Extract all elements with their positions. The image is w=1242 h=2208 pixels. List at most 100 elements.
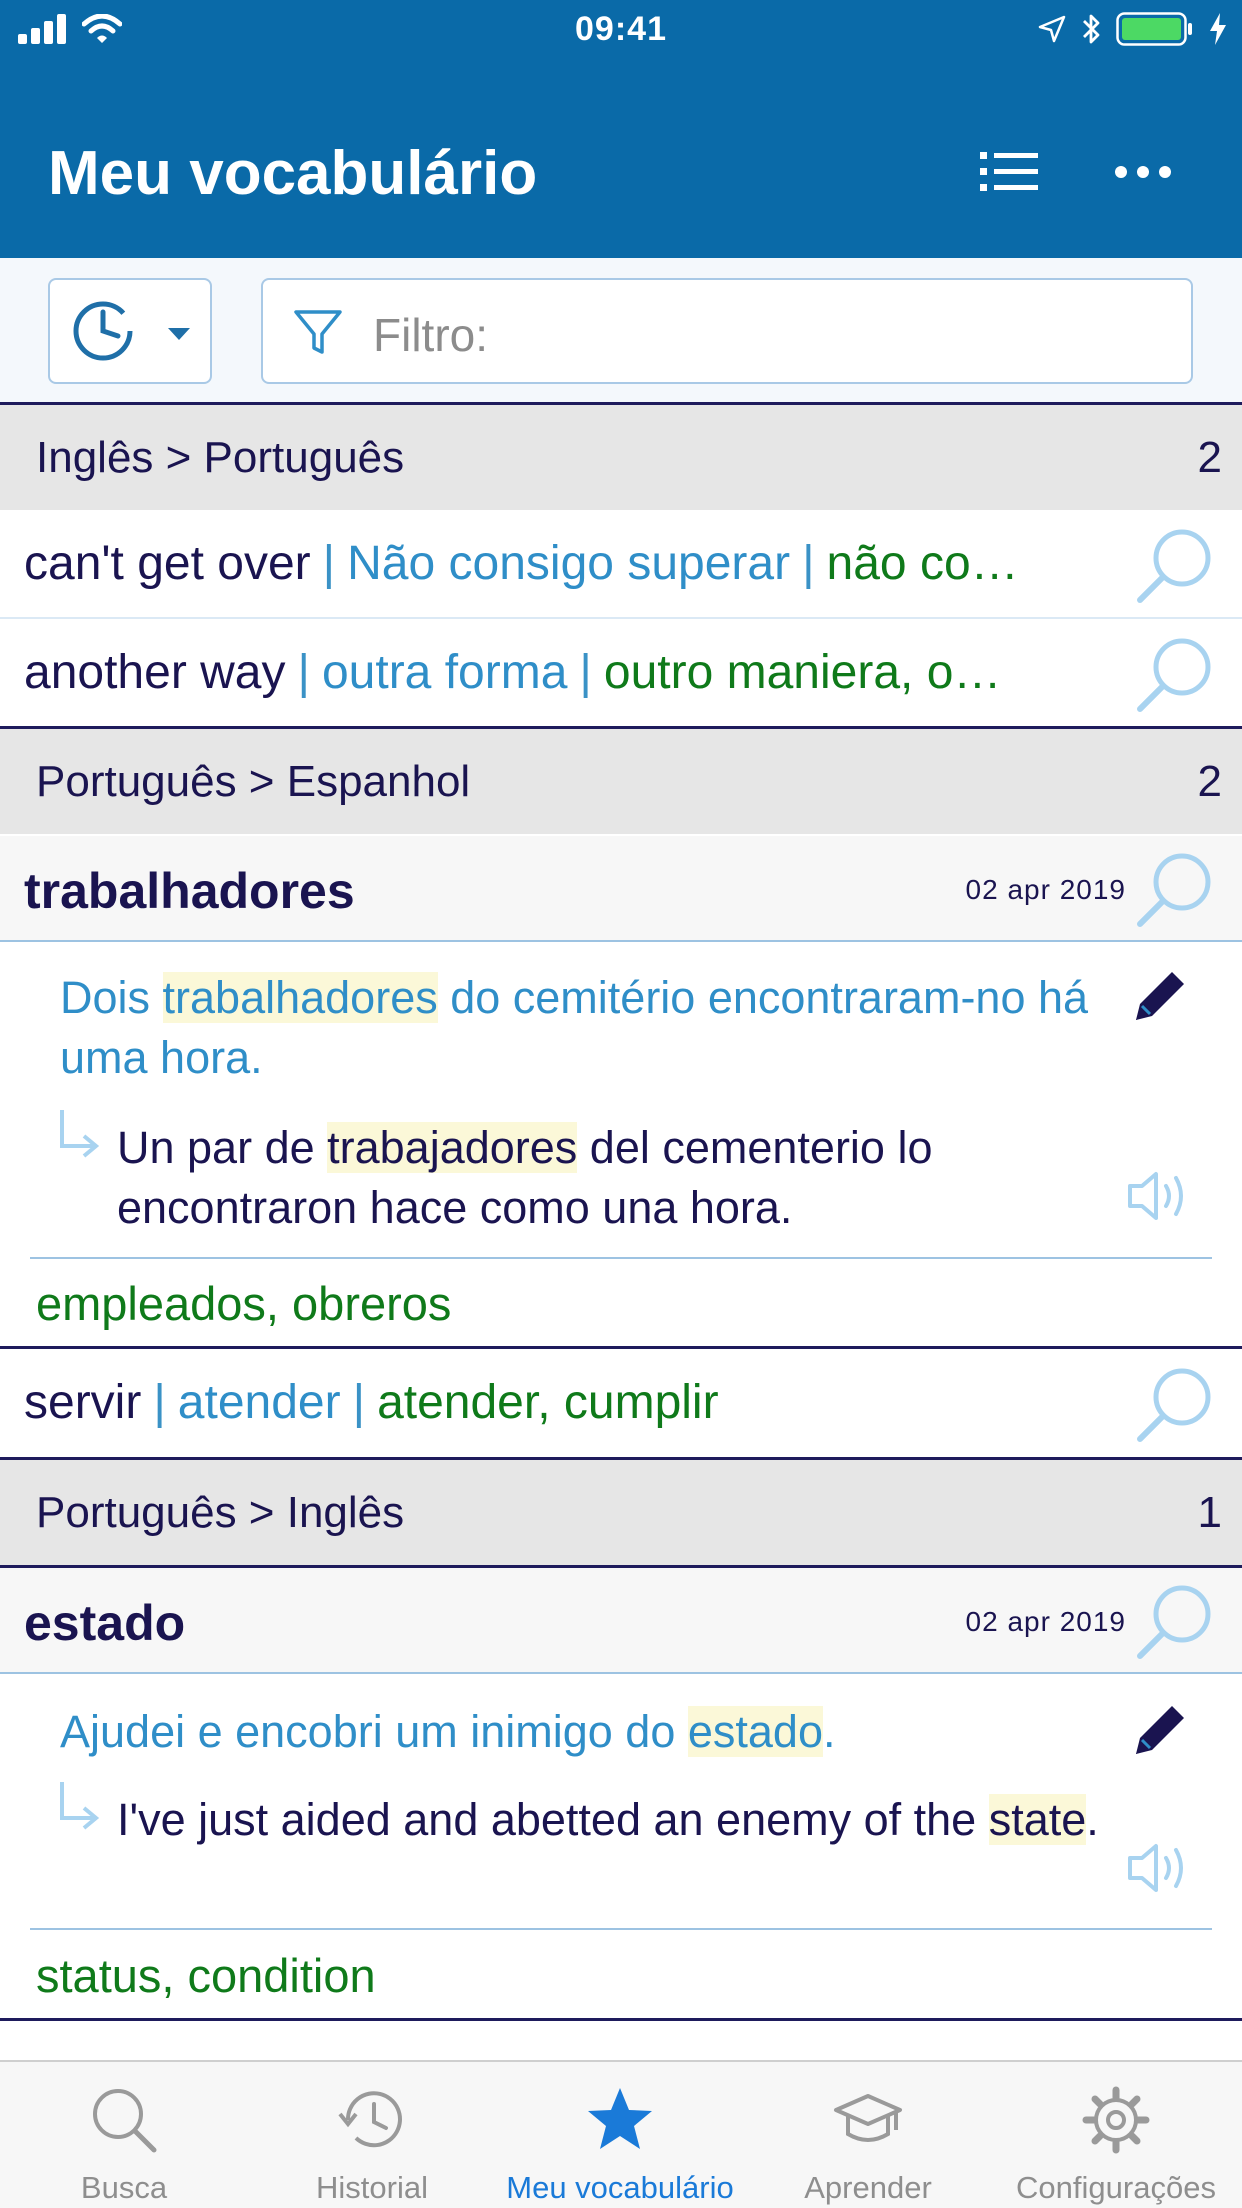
divider	[30, 1928, 1212, 1930]
search-icon	[93, 2089, 157, 2153]
entry-word: trabalhadores	[24, 863, 355, 919]
sort-dropdown[interactable]	[48, 278, 212, 384]
translated-sentence: Un par de trabajadores del cementerio lo…	[117, 1118, 1107, 1238]
search-icon[interactable]	[1134, 633, 1218, 717]
edit-pencil-icon[interactable]	[1130, 964, 1192, 1026]
example-highlight: estado	[687, 1706, 823, 1757]
entry-header[interactable]: trabalhadores 02 apr 2019	[0, 836, 1242, 942]
app-header: 09:41 Meu vocabulário	[0, 0, 1242, 258]
translation-term: outra forma	[321, 646, 568, 699]
source-term: servir	[24, 1376, 142, 1429]
history-icon	[338, 2091, 402, 2148]
tab-label: Configurações	[1016, 2170, 1216, 2205]
translated-sentence: I've just aided and abetted an enemy of …	[117, 1790, 1107, 1850]
tab-label: Aprender	[804, 2170, 932, 2205]
translation-text: .	[1086, 1794, 1099, 1845]
entry-date: 02 apr 2019	[965, 874, 1126, 905]
section-label: Inglês > Português	[36, 433, 405, 482]
funnel-icon	[294, 310, 342, 354]
charging-bolt-icon	[1210, 13, 1226, 45]
bluetooth-icon	[1083, 14, 1100, 44]
example-text: Ajudei e encobri um inimigo do	[60, 1706, 688, 1757]
translation-term: atender	[177, 1376, 341, 1429]
status-right	[1038, 12, 1228, 46]
synonyms: não co…	[826, 537, 1019, 590]
section-count: 1	[1197, 1488, 1222, 1537]
more-button[interactable]	[1108, 142, 1178, 202]
example-sentence: Ajudei e encobri um inimigo do estado.	[60, 1702, 1100, 1762]
tab-configuracoes[interactable]: Configurações	[992, 2062, 1240, 2208]
vocab-row-text: another way | outra forma | outro maniera, o…	[24, 645, 1124, 700]
speaker-icon[interactable]	[1126, 1168, 1192, 1224]
filter-bar: Filtro:	[0, 258, 1242, 404]
translation-highlight: state	[988, 1794, 1087, 1845]
example-sentence: Dois trabalhadores do cemitério encontra…	[60, 968, 1100, 1088]
location-arrow-icon	[1038, 15, 1066, 43]
tab-label: Historial	[316, 2170, 428, 2205]
section-header-en-pt: Inglês > Português 2	[0, 402, 1242, 510]
search-icon[interactable]	[1134, 1580, 1218, 1664]
entry-synonyms: status, condition	[36, 1949, 376, 2002]
more-dots-icon	[1115, 166, 1171, 178]
search-icon[interactable]	[1134, 1363, 1218, 1447]
entry-synonyms: empleados, obreros	[36, 1277, 452, 1330]
translation-text: Un par de	[117, 1122, 328, 1173]
synonyms: atender, cumplir	[377, 1376, 719, 1429]
vocab-row-text: servir | atender | atender, cumplir	[24, 1375, 1124, 1430]
vocab-row[interactable]: servir | atender | atender, cumplir	[0, 1349, 1242, 1457]
tab-historial[interactable]: Historial	[248, 2062, 496, 2208]
tab-label: Busca	[80, 2170, 168, 2205]
translation-text: I've just aided and abetted an enemy of …	[117, 1794, 989, 1845]
section-header-pt-en: Português > Inglês 1	[0, 1457, 1242, 1565]
example-text: Dois	[60, 972, 163, 1023]
section-header-pt-es: Português > Espanhol 2	[0, 726, 1242, 834]
source-term: another way	[24, 646, 286, 699]
translation-term: Não consigo superar	[347, 537, 791, 590]
chevron-down-icon	[168, 328, 190, 340]
section-count: 2	[1197, 757, 1222, 806]
clock-sort-icon	[73, 301, 133, 361]
filter-input[interactable]: Filtro:	[261, 278, 1193, 384]
synonyms: outro maniera, o…	[603, 646, 1002, 699]
section-count: 2	[1197, 433, 1222, 482]
filter-placeholder: Filtro:	[373, 309, 488, 361]
separator: |	[352, 1376, 366, 1429]
section-label: Português > Inglês	[36, 1488, 405, 1537]
separator: |	[802, 537, 815, 590]
list-icon	[980, 152, 1038, 191]
list-view-button[interactable]	[974, 142, 1044, 202]
entry-header[interactable]: estado 02 apr 2019	[0, 1568, 1242, 1674]
translation-highlight: trabajadores	[327, 1122, 578, 1173]
entry-word: estado	[24, 1595, 186, 1651]
tab-busca[interactable]: Busca	[0, 2062, 248, 2208]
star-icon	[588, 2088, 652, 2149]
search-icon[interactable]	[1134, 848, 1218, 932]
reply-arrow-icon	[60, 1782, 100, 1830]
divider	[0, 2018, 1242, 2021]
source-term: can't get over	[24, 537, 311, 590]
tab-aprender[interactable]: Aprender	[744, 2062, 992, 2208]
entry-date: 02 apr 2019	[965, 1606, 1126, 1637]
page-title: Meu vocabulário	[48, 139, 538, 208]
tab-bar: Busca Historial Meu vocabulário Aprender…	[0, 2060, 1242, 2208]
status-bar: 09:41	[0, 0, 1242, 62]
reply-arrow-icon	[60, 1110, 100, 1158]
section-label: Português > Espanhol	[36, 757, 471, 806]
separator: |	[322, 537, 336, 590]
separator: |	[579, 646, 592, 699]
divider	[30, 1257, 1212, 1259]
vocab-row[interactable]: can't get over | Não consigo superar | não c…	[0, 510, 1242, 618]
example-text: .	[822, 1706, 836, 1757]
graduation-cap-icon	[834, 2094, 902, 2142]
vocab-row-text: can't get over | Não consigo superar | não c…	[24, 536, 1124, 591]
vocab-row[interactable]: another way | outra forma | outro maniera, o…	[0, 619, 1242, 727]
search-icon[interactable]	[1134, 524, 1218, 608]
tab-meu-vocabulario[interactable]: Meu vocabulário	[496, 2062, 744, 2208]
battery-icon	[1116, 12, 1192, 46]
speaker-icon[interactable]	[1126, 1840, 1192, 1896]
edit-pencil-icon[interactable]	[1130, 1698, 1192, 1760]
separator: |	[297, 646, 310, 699]
example-highlight: trabalhadores	[162, 972, 438, 1023]
tab-label: Meu vocabulário	[506, 2170, 734, 2205]
separator: |	[153, 1376, 166, 1429]
